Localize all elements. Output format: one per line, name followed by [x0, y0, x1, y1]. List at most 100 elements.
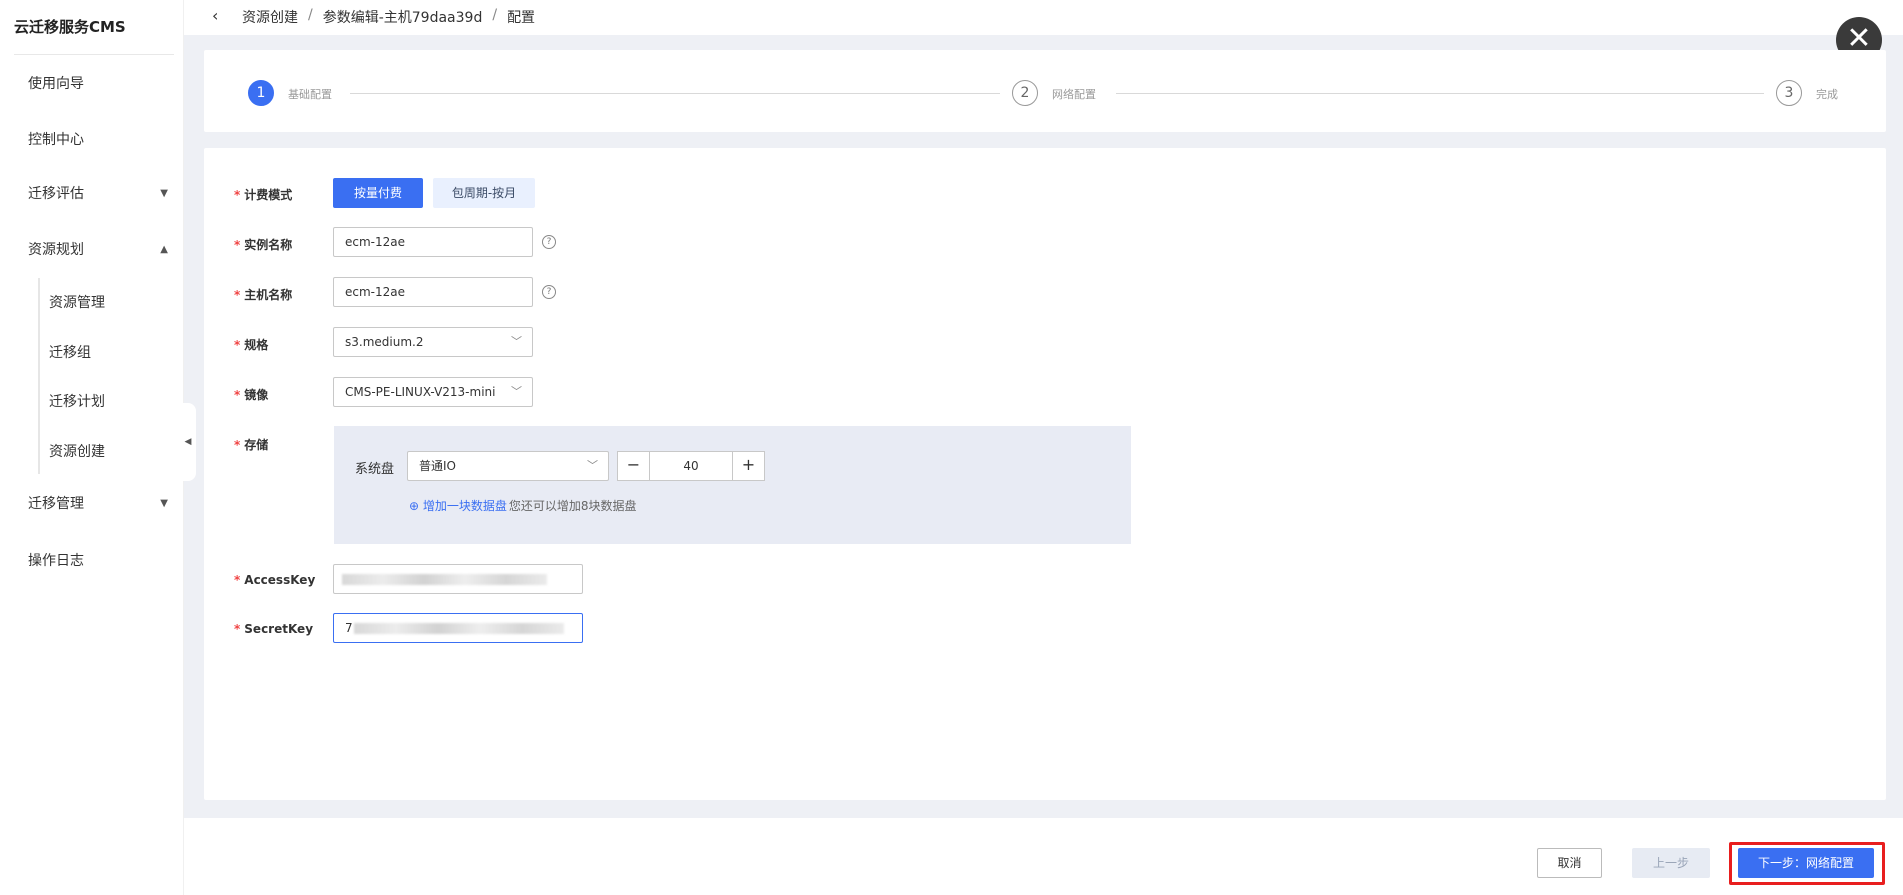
instance-name-label: * 实例名称	[234, 236, 292, 253]
billing-pay-as-you-go-button[interactable]: 按量付费	[333, 178, 423, 208]
brand-divider	[14, 54, 174, 55]
field-label-text: 存储	[244, 438, 269, 452]
sidebar-item-label: 使用向导	[28, 76, 84, 92]
sidebar-item-guide[interactable]: 使用向导	[28, 70, 168, 98]
sidebar-item-label: 迁移评估	[28, 186, 84, 202]
sidebar-subitem-label: 迁移组	[49, 345, 91, 361]
field-label-text: 实例名称	[244, 238, 293, 252]
sidebar-item-migration-assessment[interactable]: 迁移评估 ▼	[28, 180, 168, 208]
step-2-indicator: 2	[1012, 80, 1038, 106]
breadcrumb: 资源创建 / 参数编辑-主机79daa39d / 配置	[242, 7, 535, 27]
field-label-text: 计费模式	[244, 188, 293, 202]
disk-size-stepper[interactable]: − 40 +	[617, 451, 765, 481]
access-key-input[interactable]	[333, 564, 583, 594]
required-marker: *	[234, 288, 241, 302]
sidebar-collapse-handle[interactable]: ◀	[180, 403, 196, 481]
sidebar-item-operation-log[interactable]: 操作日志	[28, 547, 168, 575]
secret-key-label: * SecretKey	[234, 622, 313, 636]
cancel-button[interactable]: 取消	[1537, 848, 1602, 878]
instance-name-input[interactable]: ecm-12ae	[333, 227, 533, 257]
sidebar-subitem-label: 迁移计划	[49, 394, 105, 410]
required-marker: *	[234, 438, 241, 452]
sidebar-item-label: 操作日志	[28, 553, 84, 569]
minus-icon[interactable]: −	[618, 452, 650, 480]
sidebar: 云迁移服务CMS 使用向导 控制中心 迁移评估 ▼ 资源规划 ▲ 资源管理 迁移…	[0, 0, 184, 895]
caret-up-icon: ▲	[160, 244, 168, 255]
form-card: * 计费模式 按量付费 包周期-按月 * 实例名称 ecm-12ae ? * 主机名称…	[204, 148, 1886, 800]
sidebar-item-label: 迁移管理	[28, 496, 84, 512]
breadcrumb-item[interactable]: 参数编辑-主机79daa39d	[323, 7, 483, 27]
help-icon[interactable]: ?	[542, 235, 556, 249]
spec-label: * 规格	[234, 336, 268, 353]
secret-key-value: 7	[345, 621, 353, 635]
chevron-down-icon: ﹀	[511, 335, 522, 348]
disk-type-select[interactable]: 普通IO ﹀	[407, 451, 609, 481]
sidebar-item-label: 控制中心	[28, 132, 84, 148]
add-data-disk-link[interactable]: ⊕ 增加一块数据盘 您还可以增加8块数据盘	[409, 497, 637, 514]
sidebar-subitem-migration-plan[interactable]: 迁移计划	[49, 388, 105, 416]
sidebar-subitem-resource-management[interactable]: 资源管理	[49, 289, 105, 317]
field-label-text: AccessKey	[244, 573, 316, 587]
breadcrumb-separator: /	[492, 7, 498, 23]
sidebar-item-control-center[interactable]: 控制中心	[28, 126, 168, 154]
breadcrumb-separator: /	[308, 7, 313, 23]
chevron-down-icon: ﹀	[511, 385, 522, 398]
spec-select-value: s3.medium.2	[345, 335, 424, 349]
image-select-value: CMS-PE-LINUX-V213-mini	[345, 385, 496, 399]
required-marker: *	[234, 338, 241, 352]
add-data-disk-label: 增加一块数据盘	[422, 499, 507, 513]
field-label-text: SecretKey	[244, 622, 314, 636]
sidebar-subitem-migration-group[interactable]: 迁移组	[49, 339, 91, 367]
spec-select[interactable]: s3.medium.2 ﹀	[333, 327, 533, 357]
billing-monthly-button[interactable]: 包周期-按月	[433, 178, 535, 208]
sidebar-subitem-resource-creation[interactable]: 资源创建	[49, 438, 105, 466]
sidebar-item-resource-planning[interactable]: 资源规划 ▲	[28, 236, 168, 264]
step-3-indicator: 3	[1776, 80, 1802, 106]
plus-icon[interactable]: +	[732, 452, 764, 480]
image-label: * 镜像	[234, 386, 268, 403]
secret-key-input[interactable]: 7	[333, 613, 583, 643]
submenu-guide-line	[38, 278, 40, 474]
redacted-mask	[342, 574, 547, 585]
required-marker: *	[234, 238, 241, 252]
previous-step-button[interactable]: 上一步	[1632, 848, 1710, 878]
field-label-text: 主机名称	[244, 288, 293, 302]
access-key-label: * AccessKey	[234, 573, 315, 587]
sidebar-item-label: 资源规划	[28, 242, 84, 258]
disk-type-value: 普通IO	[419, 459, 456, 473]
caret-down-icon: ▼	[160, 188, 168, 199]
add-data-disk-hint: 您还可以增加8块数据盘	[508, 499, 637, 513]
storage-label: * 存储	[234, 436, 268, 453]
step-3-label: 完成	[1816, 88, 1838, 101]
help-icon[interactable]: ?	[542, 285, 556, 299]
step-connector	[1116, 93, 1764, 94]
step-2-label: 网络配置	[1052, 88, 1096, 101]
sidebar-item-migration-management[interactable]: 迁移管理 ▼	[28, 490, 168, 518]
brand-title: 云迁移服务CMS	[14, 18, 126, 36]
host-name-input[interactable]: ecm-12ae	[333, 277, 533, 307]
topbar: ‹ 资源创建 / 参数编辑-主机79daa39d / 配置	[184, 0, 1903, 35]
breadcrumb-current: 配置	[507, 10, 536, 26]
system-disk-label: 系统盘	[355, 462, 395, 477]
step-1-label: 基础配置	[288, 88, 332, 101]
caret-down-icon: ▼	[160, 498, 168, 509]
disk-size-value[interactable]: 40	[650, 452, 732, 480]
field-label-text: 镜像	[244, 388, 269, 402]
chevron-left-icon[interactable]: ‹	[212, 6, 218, 25]
breadcrumb-item[interactable]: 资源创建	[242, 7, 298, 27]
image-select[interactable]: CMS-PE-LINUX-V213-mini ﹀	[333, 377, 533, 407]
redacted-mask	[354, 623, 564, 634]
step-1-indicator: 1	[248, 80, 274, 106]
chevron-down-icon: ﹀	[587, 459, 598, 472]
required-marker: *	[234, 388, 241, 402]
caret-left-icon: ◀	[184, 437, 192, 447]
sidebar-subitem-label: 资源管理	[49, 295, 105, 311]
step-connector	[350, 93, 1000, 94]
host-name-label: * 主机名称	[234, 286, 292, 303]
footer-bar: 取消 上一步 下一步：网络配置	[184, 818, 1903, 895]
steps-card: 1 基础配置 2 网络配置 3 完成	[204, 50, 1886, 132]
required-marker: *	[234, 188, 241, 202]
required-marker: *	[234, 573, 241, 587]
billing-mode-label: * 计费模式	[234, 186, 292, 203]
plus-circle-icon: ⊕	[409, 499, 420, 513]
